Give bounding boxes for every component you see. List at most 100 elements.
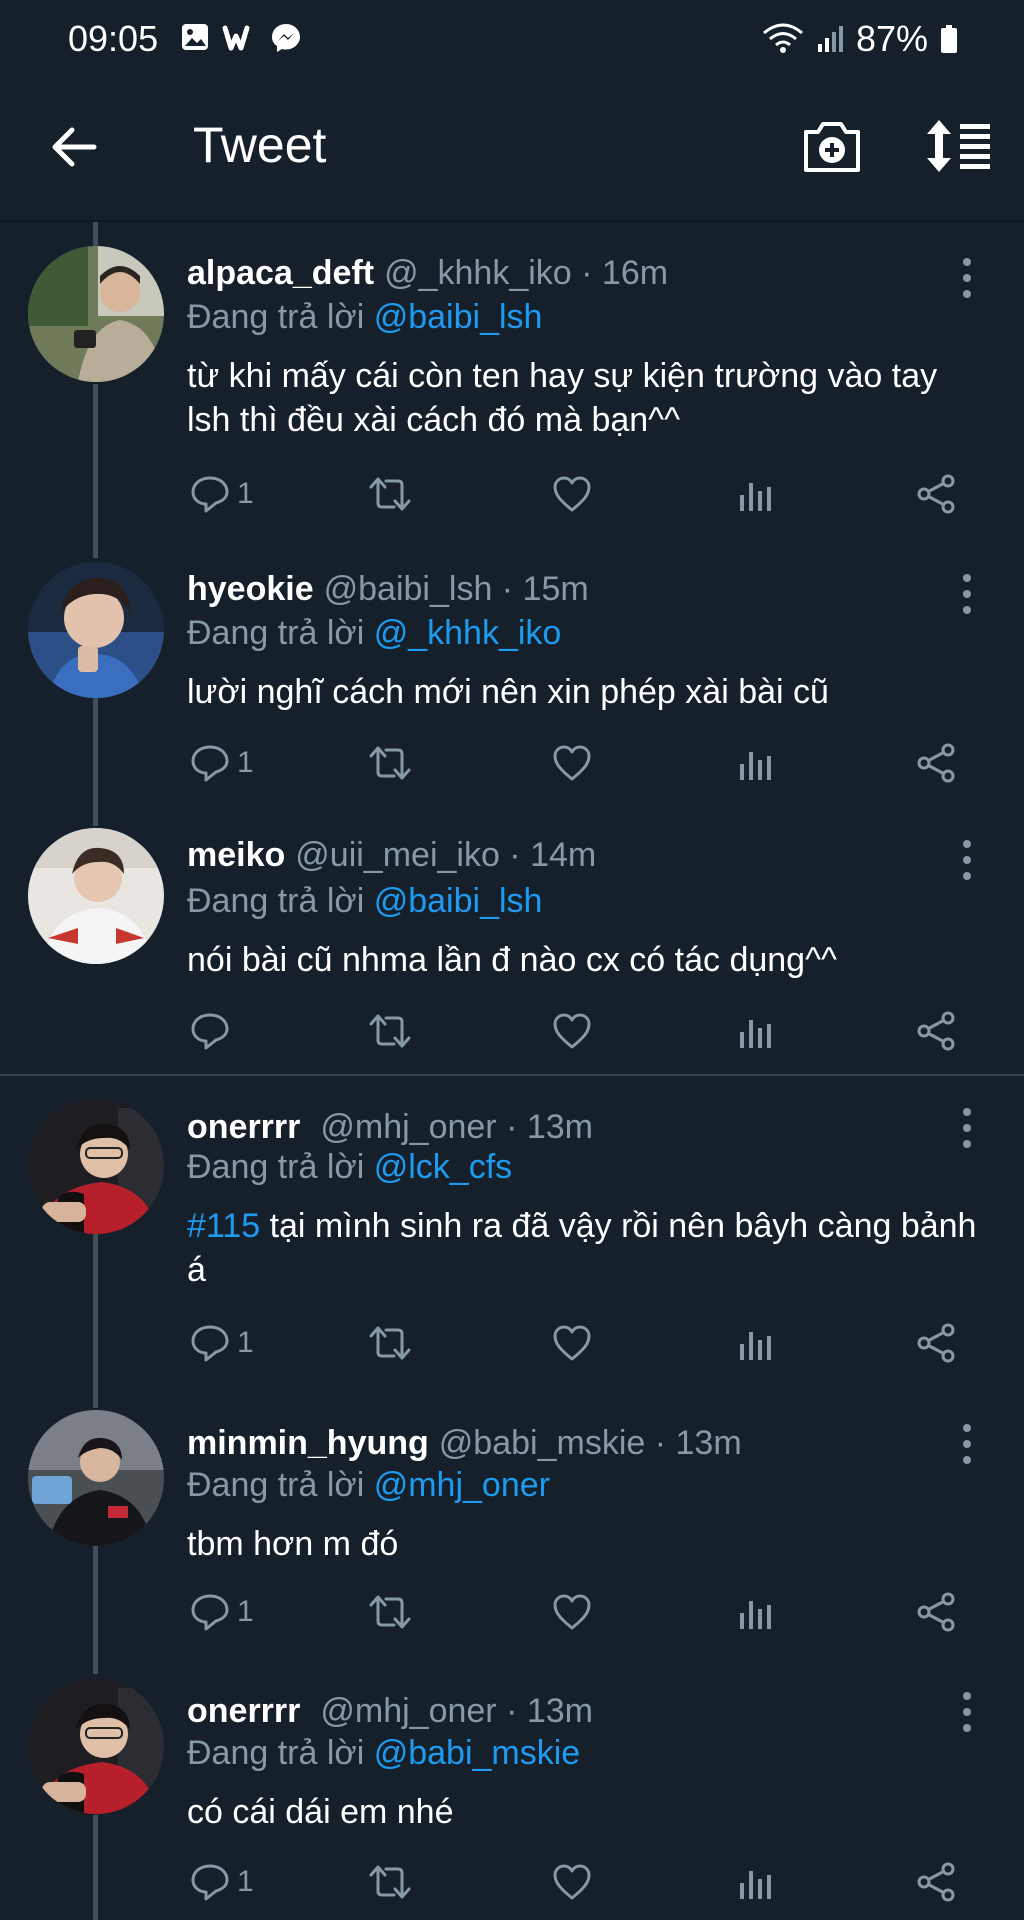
avatar[interactable] [28,246,164,382]
reply-button[interactable]: 1 [189,1857,254,1907]
analytics-button[interactable] [735,1857,775,1907]
status-notification-icons [180,22,302,54]
avatar[interactable] [28,1410,164,1546]
back-button[interactable] [46,122,106,172]
share-icon [917,1592,955,1632]
user-name[interactable]: hyeokie [187,570,314,608]
retweet-icon [369,1326,411,1360]
reply-mention-link[interactable]: @baibi_lsh [374,298,543,336]
analytics-button[interactable] [735,469,775,519]
status-bar: 09:05 87% [0,0,1024,80]
share-button[interactable] [915,1587,957,1637]
like-button[interactable] [551,1857,593,1907]
avatar[interactable] [28,562,164,698]
retweet-button[interactable] [367,1857,413,1907]
like-button[interactable] [551,1587,593,1637]
user-name[interactable]: alpaca_deft [187,254,374,292]
more-vertical-icon [963,1424,971,1464]
share-button[interactable] [915,1857,957,1907]
user-name[interactable]: onerrrr [187,1108,300,1146]
reply-mention-link[interactable]: @_khhk_iko [374,614,562,652]
reply-count: 1 [237,1865,254,1898]
reply-button[interactable]: 1 [189,1587,254,1637]
reply-prefix: Đang trả lời [187,882,365,920]
like-button[interactable] [551,738,593,788]
user-name[interactable]: minmin_hyung [187,1424,429,1462]
reply-count: 1 [237,746,254,779]
analytics-icon [740,483,771,511]
reply-context: Đang trả lời @mhj_oner [187,1466,550,1505]
tweet-text: #115 tại mình sinh ra đã vậy rồi nên bây… [187,1204,987,1292]
share-icon [917,474,955,514]
more-button[interactable] [955,256,979,300]
reply-button[interactable]: 1 [189,738,254,788]
reply-button[interactable]: 1 [189,1318,254,1368]
retweet-button[interactable] [367,1006,413,1056]
like-button[interactable] [551,1318,593,1368]
more-button[interactable] [955,1422,979,1466]
like-button[interactable] [551,469,593,519]
retweet-button[interactable] [367,1587,413,1637]
avatar[interactable] [28,828,164,964]
battery-percent: 87% [855,18,928,59]
analytics-icon [740,752,771,780]
camera-button[interactable] [800,116,864,176]
share-button[interactable] [915,1006,957,1056]
reply-mention-link[interactable]: @mhj_oner [374,1466,550,1504]
retweet-button[interactable] [367,1318,413,1368]
reply-mention-link[interactable]: @babi_mskie [374,1734,581,1772]
tweet-actions: 1 [187,1857,987,1907]
reply-icon [191,1013,229,1050]
share-button[interactable] [915,469,957,519]
user-handle-time: @baibi_lsh · 15m [323,570,589,608]
tweet[interactable]: minmin_hyung @babi_mskie · 13m Đang trả l… [0,1410,1024,1680]
reply-mention-link[interactable]: @baibi_lsh [374,882,543,920]
retweet-button[interactable] [367,469,413,519]
status-time: 09:05 [68,18,159,59]
tweet[interactable]: onerrrr @mhj_oner · 13m Đang trả lời @bab… [0,1678,1024,1920]
reply-context: Đang trả lời @_khhk_iko [187,614,561,653]
like-button[interactable] [551,1006,593,1056]
tweet-header: meiko @uii_mei_iko · 14m [187,836,596,875]
like-icon [553,476,591,512]
tweet[interactable]: onerrrr @mhj_oner · 13m Đang trả lời @lck… [0,1094,1024,1414]
more-vertical-icon [963,840,971,880]
signal-icon [817,26,843,52]
reply-icon [191,1325,229,1362]
more-button[interactable] [955,838,979,882]
messenger-icon [272,24,300,52]
analytics-button[interactable] [735,738,775,788]
reply-context: Đang trả lời @baibi_lsh [187,882,542,921]
more-vertical-icon [963,1692,971,1732]
reply-prefix: Đang trả lời [187,1734,365,1772]
more-button[interactable] [955,1106,979,1150]
analytics-button[interactable] [735,1006,775,1056]
avatar[interactable] [28,1098,164,1234]
reply-mention-link[interactable]: @lck_cfs [374,1148,512,1186]
analytics-button[interactable] [735,1587,775,1637]
tweet[interactable]: alpaca_deft @_khhk_iko · 16m Đang trả lời… [0,240,1024,550]
reply-count: 1 [237,1326,254,1359]
tweet[interactable]: meiko @uii_mei_iko · 14m Đang trả lời @ba… [0,826,1024,1072]
analytics-icon [740,1871,771,1899]
app-bar-divider [0,220,1024,222]
retweet-icon [369,746,411,780]
tweet-body: tại mình sinh ra đã vậy rồi nên bâyh càn… [187,1207,977,1289]
analytics-button[interactable] [735,1318,775,1368]
reply-button[interactable] [189,1006,237,1056]
retweet-button[interactable] [367,738,413,788]
more-button[interactable] [955,572,979,616]
gallery-icon [182,24,208,50]
reply-button[interactable]: 1 [189,469,254,519]
sort-button[interactable] [924,116,994,176]
hashtag-link[interactable]: #115 [187,1207,260,1245]
user-name[interactable]: meiko [187,836,285,874]
user-handle-time: @mhj_oner · 13m [320,1108,593,1146]
more-button[interactable] [955,1690,979,1734]
user-name[interactable]: onerrrr [187,1692,300,1730]
share-button[interactable] [915,1318,957,1368]
avatar[interactable] [28,1678,164,1814]
share-icon [917,1011,955,1051]
tweet[interactable]: hyeokie @baibi_lsh · 15m Đang trả lời @_k… [0,556,1024,826]
share-button[interactable] [915,738,957,788]
